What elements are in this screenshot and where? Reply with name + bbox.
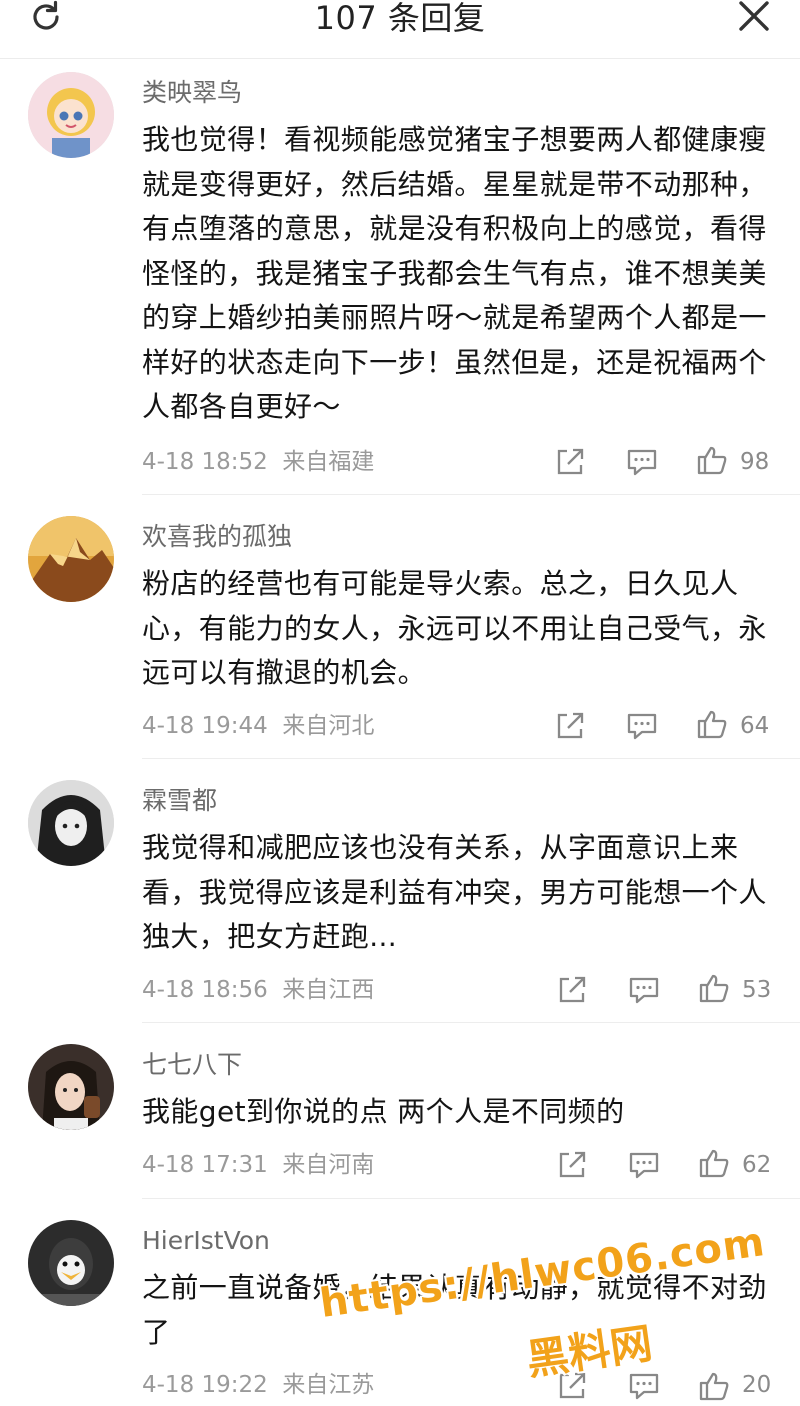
comment-location: 来自江苏 <box>282 1372 375 1398</box>
share-icon[interactable] <box>556 1370 588 1402</box>
comment-item: 七七八下 我能get到你说的点 两个人是不同频的 4-18 17:31 来自河南… <box>0 1044 800 1199</box>
header-bar: 107 条回复 <box>0 0 800 59</box>
comment-text: 我能get到你说的点 两个人是不同频的 <box>142 1095 625 1128</box>
share-icon[interactable] <box>554 710 586 742</box>
comment-icon[interactable] <box>628 1370 660 1402</box>
comment-time: 4-18 18:52 <box>142 449 268 475</box>
comment-icon[interactable] <box>626 446 658 478</box>
divider <box>142 1198 800 1199</box>
comment-icon[interactable] <box>628 1149 660 1181</box>
comment-location: 来自河北 <box>282 713 375 739</box>
share-icon[interactable] <box>554 446 586 478</box>
avatar[interactable] <box>28 72 114 158</box>
avatar[interactable] <box>28 1220 114 1306</box>
comment-meta: 4-18 19:22 来自江苏 <box>142 1370 374 1400</box>
divider <box>142 494 800 495</box>
comment-text: 我觉得和减肥应该也没有关系，从字面意识上来看，我觉得应该是利益有冲突，男方可能想… <box>142 831 767 953</box>
like-count: 98 <box>740 449 770 475</box>
comment-item: 霖雪都 我觉得和减肥应该也没有关系，从字面意识上来看，我觉得应该是利益有冲突，男… <box>0 780 800 1023</box>
username[interactable]: 七七八下 <box>142 1050 242 1080</box>
comment-time: 4-18 18:56 <box>142 977 268 1003</box>
like-icon[interactable] <box>698 1147 730 1179</box>
comment-text: 我也觉得！看视频能感觉猪宝子想要两人都健康瘦就是变得更好，然后结婚。星星就是带不… <box>142 123 767 423</box>
like-icon[interactable] <box>698 1370 730 1402</box>
comment-location: 来自河南 <box>282 1152 375 1178</box>
like-icon[interactable] <box>698 972 730 1004</box>
comment-meta: 4-18 19:44 来自河北 <box>142 711 374 741</box>
comment-meta: 4-18 18:52 来自福建 <box>142 447 374 477</box>
comment-icon[interactable] <box>626 710 658 742</box>
comment-text: 之前一直说备婚，结果认真有动静，就觉得不对劲了 <box>142 1271 767 1349</box>
share-icon[interactable] <box>556 1149 588 1181</box>
share-icon[interactable] <box>556 974 588 1006</box>
comment-item: 欢喜我的孤独 粉店的经营也有可能是导火索。总之，日久见人心，有能力的女人，永远可… <box>0 516 800 759</box>
comment-meta: 4-18 18:56 来自江西 <box>142 975 374 1005</box>
like-count: 64 <box>740 713 770 739</box>
avatar[interactable] <box>28 1044 114 1130</box>
like-count: 20 <box>742 1372 772 1398</box>
like-icon[interactable] <box>696 444 728 476</box>
comment-meta: 4-18 17:31 来自河南 <box>142 1150 374 1180</box>
like-count: 53 <box>742 977 772 1003</box>
comment-item: HierIstVon 之前一直说备婚，结果认真有动静，就觉得不对劲了 4-18 … <box>0 1220 800 1401</box>
comment-icon[interactable] <box>628 974 660 1006</box>
like-icon[interactable] <box>696 708 728 740</box>
divider <box>142 1022 800 1023</box>
username[interactable]: 类映翠鸟 <box>142 78 242 108</box>
username[interactable]: 欢喜我的孤独 <box>142 522 292 552</box>
comment-location: 来自江西 <box>282 977 375 1003</box>
comment-time: 4-18 19:44 <box>142 713 268 739</box>
comment-text: 粉店的经营也有可能是导火索。总之，日久见人心，有能力的女人，永远可以不用让自己受… <box>142 567 767 689</box>
avatar[interactable] <box>28 516 114 602</box>
comment-time: 4-18 17:31 <box>142 1152 268 1178</box>
comment-item: 类映翠鸟 我也觉得！看视频能感觉猪宝子想要两人都健康瘦就是变得更好，然后结婚。星… <box>0 72 800 495</box>
like-count: 62 <box>742 1152 772 1178</box>
avatar[interactable] <box>28 780 114 866</box>
reply-count-title: 107 条回复 <box>314 0 486 37</box>
close-icon[interactable] <box>736 0 772 36</box>
username[interactable]: 霖雪都 <box>142 786 217 816</box>
comment-time: 4-18 19:22 <box>142 1372 268 1398</box>
divider <box>142 758 800 759</box>
comment-location: 来自福建 <box>282 449 375 475</box>
username[interactable]: HierIstVon <box>142 1226 270 1256</box>
